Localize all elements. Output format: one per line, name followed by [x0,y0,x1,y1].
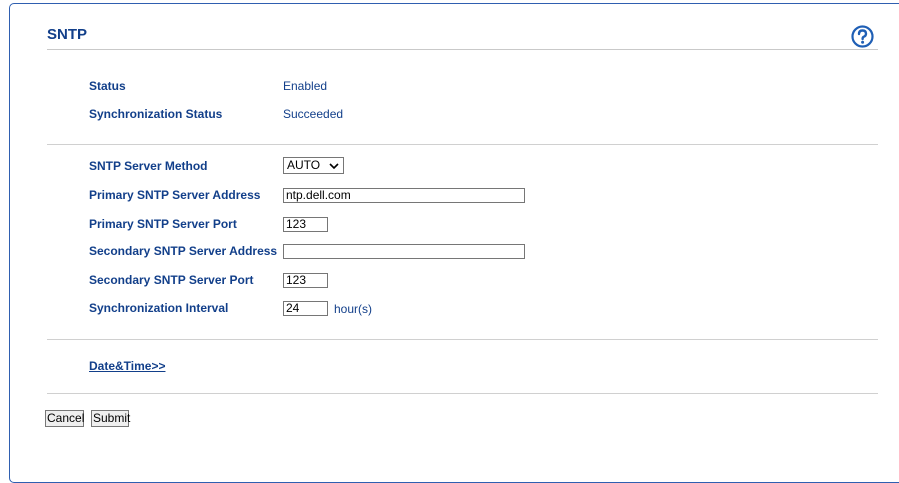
submit-button[interactable]: Submit [91,410,130,427]
method-select[interactable]: AUTO [283,157,344,174]
status-label: Status [89,79,126,93]
primary-address-label: Primary SNTP Server Address [89,188,261,202]
status-value: Enabled [283,79,328,93]
interval-input[interactable]: 24 [283,301,328,316]
primary-address-input[interactable]: ntp.dell.com [283,188,525,203]
secondary-address-input[interactable] [283,244,525,259]
primary-port-label: Primary SNTP Server Port [89,217,237,231]
method-selected-value: AUTO [287,158,321,172]
cancel-button[interactable]: Cancel [45,410,84,427]
title-divider [47,49,878,50]
section-divider [47,339,878,340]
primary-port-input[interactable]: 123 [283,217,328,232]
help-icon[interactable] [851,25,874,48]
secondary-address-label: Secondary SNTP Server Address [89,244,278,258]
section-divider [47,144,878,145]
secondary-port-input[interactable]: 123 [283,273,328,288]
content-frame [9,3,899,483]
chevron-down-icon [329,160,339,170]
interval-unit: hour(s) [334,302,373,316]
sync-status-value: Succeeded [283,107,344,121]
section-divider [47,393,878,394]
date-time-link[interactable]: Date&Time>> [89,359,165,373]
sync-status-label: Synchronization Status [89,107,223,121]
method-label: SNTP Server Method [89,159,208,173]
interval-label: Synchronization Interval [89,301,229,315]
page-title: SNTP [47,26,88,43]
secondary-port-label: Secondary SNTP Server Port [89,273,254,287]
